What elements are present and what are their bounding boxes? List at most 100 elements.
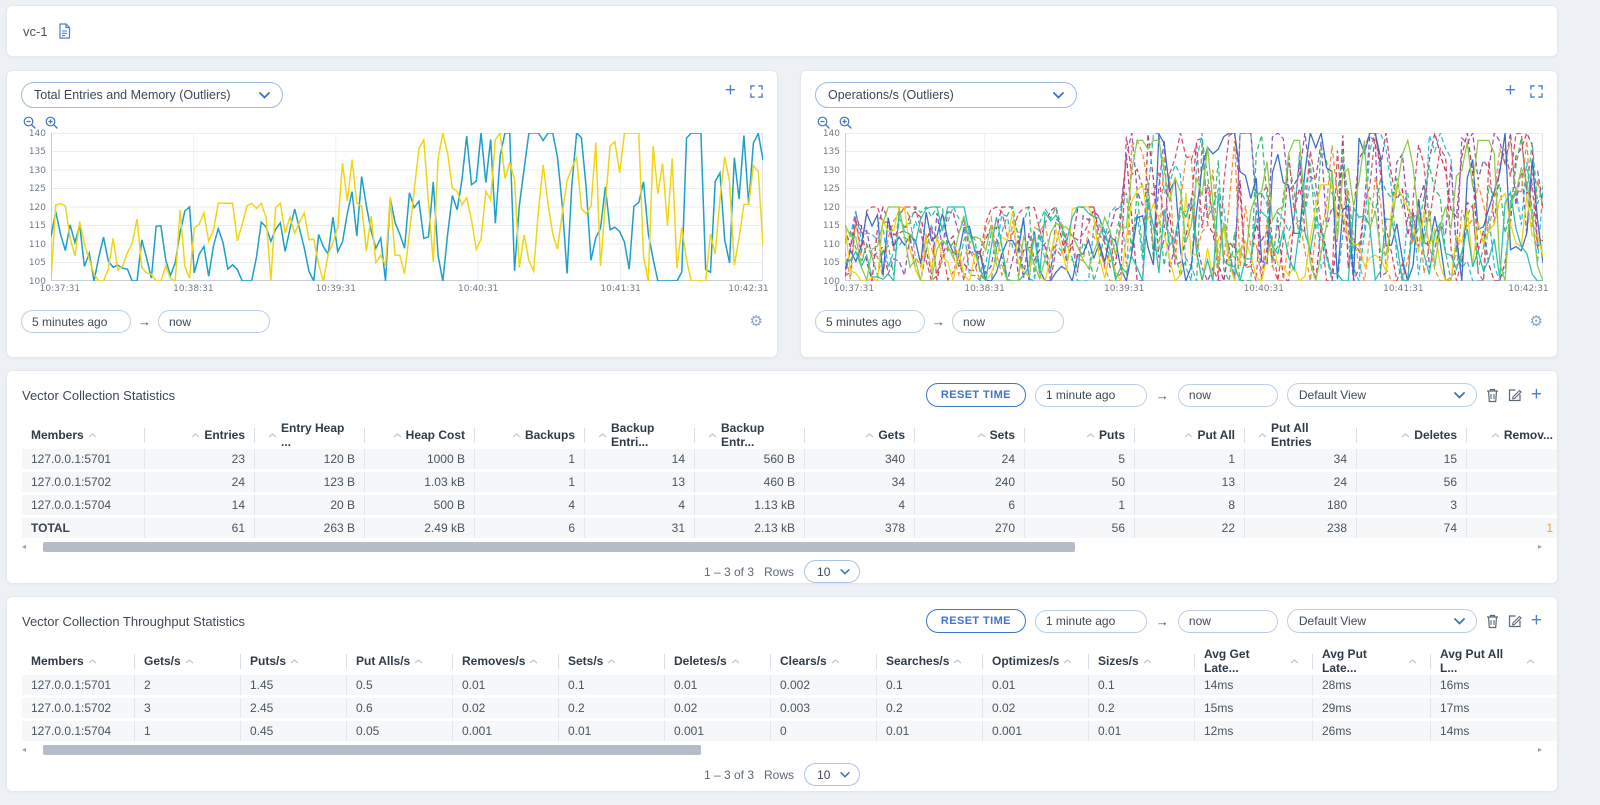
column-header[interactable]: Deletes/s bbox=[664, 654, 770, 669]
column-header[interactable]: Gets bbox=[804, 428, 914, 443]
metric-select[interactable]: Total Entries and Memory (Outliers) bbox=[21, 82, 283, 108]
scrollbar-thumb[interactable] bbox=[43, 745, 701, 755]
time-from-input[interactable] bbox=[1035, 384, 1147, 407]
column-header[interactable]: Sets bbox=[914, 428, 1024, 443]
table-cell: 16ms bbox=[1430, 675, 1548, 695]
scroll-left-button[interactable]: ◂ bbox=[22, 744, 34, 756]
time-from-input[interactable] bbox=[815, 310, 925, 333]
table-row[interactable]: 127.0.0.1:570224123 B1.03 kB113460 B3424… bbox=[22, 472, 1558, 492]
rows-label: Rows bbox=[764, 565, 794, 579]
column-header[interactable]: Removes/s bbox=[452, 654, 558, 669]
time-to-input[interactable] bbox=[952, 310, 1064, 333]
edit-icon[interactable] bbox=[1508, 614, 1522, 628]
table-cell: 5 bbox=[1024, 449, 1134, 469]
scrollbar-thumb[interactable] bbox=[43, 542, 1075, 552]
table-row[interactable]: 127.0.0.1:570410.450.050.0010.010.00100.… bbox=[22, 721, 1558, 741]
gear-icon[interactable]: ⚙ bbox=[1530, 314, 1543, 329]
column-header[interactable]: Remov... bbox=[1466, 428, 1558, 443]
table-cell: 0.01 bbox=[664, 675, 770, 695]
fullscreen-icon[interactable] bbox=[750, 85, 763, 98]
table-cell: 0.01 bbox=[876, 721, 982, 741]
zoom-out-icon[interactable] bbox=[23, 116, 36, 129]
column-header[interactable]: Heap Cost bbox=[364, 428, 474, 443]
view-select[interactable]: Default View bbox=[1287, 609, 1477, 633]
view-select[interactable]: Default View bbox=[1287, 383, 1477, 407]
zoom-in-icon[interactable] bbox=[45, 116, 58, 129]
table-cell: 0.003 bbox=[770, 698, 876, 718]
scroll-right-button[interactable]: ▸ bbox=[1530, 744, 1542, 756]
table-row[interactable]: 127.0.0.1:570123120 B1000 B114560 B34024… bbox=[22, 449, 1558, 469]
column-header[interactable]: Backups bbox=[474, 428, 584, 443]
column-header-label: Put All Entries bbox=[1271, 421, 1347, 449]
scrollbar-track[interactable] bbox=[34, 542, 1530, 552]
table-row[interactable]: 127.0.0.1:570232.450.60.020.20.020.0030.… bbox=[22, 698, 1558, 718]
column-header[interactable]: Avg Get Late... bbox=[1194, 654, 1312, 669]
column-header[interactable]: Optimizes/s bbox=[982, 654, 1088, 669]
column-header[interactable]: Deletes bbox=[1356, 428, 1466, 443]
sort-caret-icon bbox=[512, 433, 521, 438]
scrollbar-track[interactable] bbox=[34, 745, 1530, 755]
fullscreen-icon[interactable] bbox=[1530, 85, 1543, 98]
column-header[interactable]: Backup Entri... bbox=[584, 428, 694, 443]
column-header[interactable]: Members bbox=[22, 654, 134, 669]
chart-plot[interactable] bbox=[845, 133, 1543, 281]
x-tick-label: 10:40:31 bbox=[1244, 284, 1284, 294]
gear-icon[interactable]: ⚙ bbox=[750, 314, 763, 329]
add-view-button[interactable]: + bbox=[1531, 614, 1542, 628]
column-header[interactable]: Sizes/s bbox=[1088, 654, 1194, 669]
table-row[interactable]: 127.0.0.1:570121.450.50.010.10.010.0020.… bbox=[22, 675, 1558, 695]
column-header[interactable]: Searches/s bbox=[876, 654, 982, 669]
reset-time-button[interactable]: RESET TIME bbox=[926, 383, 1026, 407]
y-tick-label: 140 bbox=[29, 129, 46, 139]
add-view-button[interactable]: + bbox=[1531, 388, 1542, 402]
page-title: vc-1 bbox=[23, 24, 48, 39]
sort-caret-icon bbox=[191, 433, 200, 438]
zoom-out-icon[interactable] bbox=[817, 116, 830, 129]
time-from-input[interactable] bbox=[21, 310, 131, 333]
column-header[interactable]: Puts/s bbox=[240, 654, 346, 669]
column-header[interactable]: Gets/s bbox=[134, 654, 240, 669]
scroll-left-button[interactable]: ◂ bbox=[22, 541, 34, 553]
column-header[interactable]: Members bbox=[22, 428, 144, 443]
column-header[interactable]: Put All Entries bbox=[1244, 428, 1356, 443]
column-header-label: Deletes/s bbox=[674, 654, 727, 668]
page-size-select[interactable]: 10 bbox=[804, 763, 860, 786]
time-to-input[interactable] bbox=[1178, 610, 1278, 633]
table-row[interactable]: 127.0.0.1:57041420 B500 B441.13 kB461818… bbox=[22, 495, 1558, 515]
table-cell: 2.49 kB bbox=[364, 518, 474, 538]
entries-memory-chart: 140135130125120115110105100 10:37:3110:3… bbox=[21, 133, 763, 296]
column-header-label: Sets bbox=[990, 428, 1015, 442]
add-chart-button[interactable]: + bbox=[725, 84, 736, 98]
zoom-in-icon[interactable] bbox=[839, 116, 852, 129]
column-header[interactable]: Put Alls/s bbox=[346, 654, 452, 669]
time-from-input[interactable] bbox=[1035, 610, 1147, 633]
table-total-row[interactable]: TOTAL61263 B2.49 kB6312.13 kB37827056222… bbox=[22, 518, 1558, 538]
add-chart-button[interactable]: + bbox=[1505, 84, 1516, 98]
edit-icon[interactable] bbox=[1508, 388, 1522, 402]
trash-icon[interactable] bbox=[1486, 388, 1499, 403]
trash-icon[interactable] bbox=[1486, 614, 1499, 629]
chart-plot[interactable] bbox=[51, 133, 763, 281]
metric-select[interactable]: Operations/s (Outliers) bbox=[815, 82, 1077, 108]
column-header[interactable]: Entry Heap ... bbox=[254, 428, 364, 443]
horizontal-scrollbar: ◂ ▸ bbox=[22, 744, 1542, 756]
column-header-label: Gets bbox=[878, 428, 905, 442]
page-size-select[interactable]: 10 bbox=[804, 560, 860, 583]
column-header[interactable]: Clears/s bbox=[770, 654, 876, 669]
column-header[interactable]: Puts bbox=[1024, 428, 1134, 443]
column-header[interactable]: Avg Put All L... bbox=[1430, 654, 1548, 669]
column-header[interactable]: Put All bbox=[1134, 428, 1244, 443]
reset-time-button[interactable]: RESET TIME bbox=[926, 609, 1026, 633]
column-header[interactable]: Sets/s bbox=[558, 654, 664, 669]
column-header[interactable]: Backup Entr... bbox=[694, 428, 804, 443]
column-header[interactable]: Avg Put Late... bbox=[1312, 654, 1430, 669]
time-to-input[interactable] bbox=[158, 310, 270, 333]
table-cell bbox=[1466, 495, 1558, 515]
table-cell: 0.01 bbox=[1088, 721, 1194, 741]
table-cell: 31 bbox=[584, 518, 694, 538]
time-to-input[interactable] bbox=[1178, 384, 1278, 407]
scroll-right-button[interactable]: ▸ bbox=[1530, 541, 1542, 553]
column-header[interactable]: Entries bbox=[144, 428, 254, 443]
document-icon[interactable] bbox=[57, 23, 72, 39]
table-cell: 2 bbox=[134, 675, 240, 695]
